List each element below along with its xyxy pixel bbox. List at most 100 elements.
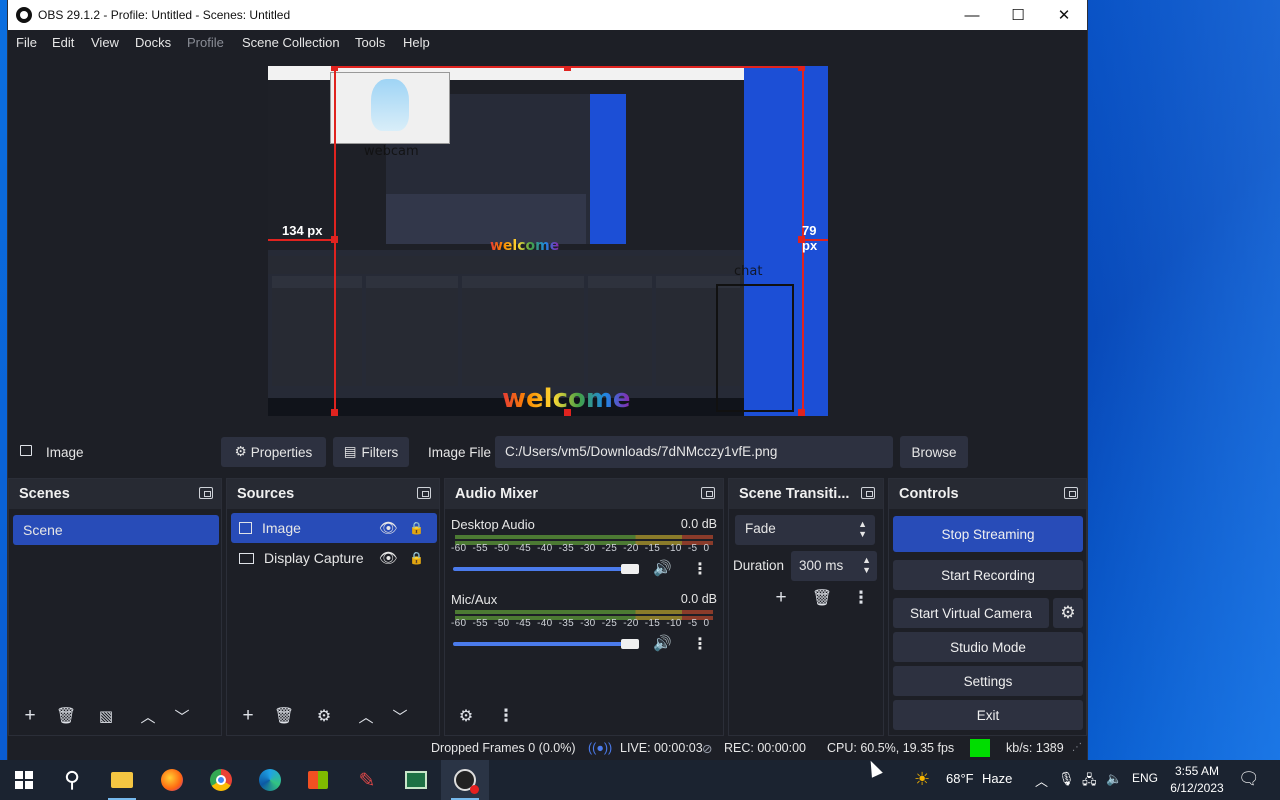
start-virtual-camera-button[interactable]: Start Virtual Camera [893, 598, 1049, 628]
undock-icon[interactable] [701, 487, 715, 499]
resize-handle-tl[interactable] [331, 66, 338, 71]
undock-icon[interactable] [1064, 487, 1078, 499]
resize-handle-bl[interactable] [331, 409, 338, 416]
file-explorer-icon[interactable] [98, 760, 146, 800]
more-options-icon[interactable]: ⋮ [692, 559, 708, 579]
menu-help[interactable]: Help [403, 35, 430, 50]
resize-handle-b[interactable] [564, 409, 571, 416]
resize-handle-tr[interactable] [798, 66, 805, 71]
duration-field[interactable]: 300 ms ▲ ▼ [791, 551, 877, 581]
filters-button[interactable]: ▤ Filters [333, 437, 409, 467]
undock-icon[interactable] [417, 487, 431, 499]
clock-time[interactable]: 3:55 AM [1170, 764, 1224, 778]
channel-name: Desktop Audio [451, 517, 535, 532]
stop-streaming-button[interactable]: Stop Streaming [893, 516, 1083, 552]
speaker-icon[interactable]: 🔊 [653, 559, 672, 577]
source-properties-icon[interactable]: ⚙ [309, 703, 339, 729]
weather-icon[interactable]: ☀ [914, 769, 930, 790]
remove-source-icon[interactable]: 🗑 [269, 703, 299, 729]
resize-grip-icon[interactable]: ⋰ [1072, 742, 1082, 753]
virtual-camera-settings-icon[interactable]: ⚙ [1053, 598, 1083, 628]
duration-value: 300 ms [799, 558, 844, 573]
volume-slider-handle[interactable] [620, 564, 639, 574]
menu-tools[interactable]: Tools [355, 35, 385, 50]
edge-icon[interactable] [246, 760, 294, 800]
lock-icon[interactable]: 🔒 [409, 521, 424, 535]
eye-icon[interactable]: 👁 [379, 519, 398, 537]
lock-icon[interactable]: 🔒 [409, 551, 424, 565]
menu-edit[interactable]: Edit [52, 35, 74, 50]
scene-item[interactable]: Scene [13, 515, 219, 545]
volume-icon[interactable]: 🔈 [1106, 771, 1122, 787]
source-item-display-capture[interactable]: Display Capture 👁 🔒 [231, 543, 437, 573]
start-windows-icon[interactable] [0, 760, 48, 800]
menu-scene-collection[interactable]: Scene Collection [242, 35, 340, 50]
duration-label: Duration [733, 558, 785, 573]
volume-slider-track[interactable] [453, 567, 630, 571]
dropped-frames-text: Dropped Frames 0 (0.0%) [431, 741, 576, 755]
undock-icon[interactable] [199, 487, 213, 499]
preview-area[interactable]: webcam welcome welcome chat 134 px 79 px [8, 56, 1087, 428]
transition-menu-icon[interactable]: ⋮ [846, 585, 876, 611]
chrome-icon[interactable] [197, 760, 245, 800]
audio-meter [455, 535, 713, 539]
eye-icon[interactable]: 👁 [379, 549, 398, 567]
image-file-path-field[interactable]: C:/Users/vm5/Downloads/7dNMcczy1vfE.png [495, 436, 893, 468]
volume-slider-handle[interactable] [620, 639, 639, 649]
start-recording-button[interactable]: Start Recording [893, 560, 1083, 590]
transition-select[interactable]: Fade ▲ ▼ [735, 515, 875, 545]
controls-dock: Controls Stop Streaming Start Recording … [888, 478, 1087, 736]
weather-temp[interactable]: 68°F [946, 771, 974, 786]
notifications-icon[interactable]: 🗨 [1238, 769, 1260, 789]
mixer-settings-icon[interactable]: ⚙ [451, 703, 481, 729]
source-item-image[interactable]: Image 👁 🔒 [231, 513, 437, 543]
transitions-dock-header: Scene Transiti... [729, 479, 883, 509]
more-options-icon[interactable]: ⋮ [692, 634, 708, 654]
show-hidden-icons-icon[interactable]: ︿ [1035, 771, 1048, 790]
scene-filters-icon[interactable]: ▧ [91, 703, 121, 729]
settings-button[interactable]: Settings [893, 666, 1083, 696]
weather-desc[interactable]: Haze [982, 771, 1012, 786]
language-indicator[interactable]: ENG [1132, 771, 1158, 785]
add-source-icon[interactable]: + [233, 703, 263, 729]
browse-button[interactable]: Browse [900, 436, 968, 468]
menu-view[interactable]: View [91, 35, 119, 50]
minimize-button[interactable]: — [949, 0, 995, 30]
resize-handle-t[interactable] [564, 66, 571, 71]
speaker-icon[interactable]: 🔊 [653, 634, 672, 652]
add-transition-icon[interactable]: + [766, 585, 796, 611]
network-icon[interactable]: 🖧 [1082, 771, 1097, 793]
search-icon[interactable]: ⚲ [48, 760, 96, 800]
preview-canvas[interactable]: webcam welcome welcome chat 134 px 79 px [268, 66, 828, 416]
paint-tool-icon[interactable]: ✎ [343, 760, 391, 800]
firefox-icon[interactable] [148, 760, 196, 800]
studio-mode-button[interactable]: Studio Mode [893, 632, 1083, 662]
menu-file[interactable]: File [16, 35, 37, 50]
obs-taskbar-icon[interactable] [441, 760, 489, 800]
properties-button[interactable]: ⚙ Properties [221, 437, 326, 467]
volume-slider-track[interactable] [453, 642, 630, 646]
scenes-dock-header: Scenes [9, 479, 221, 509]
move-up-icon[interactable]: ︿ [351, 703, 381, 729]
remove-scene-icon[interactable]: 🗑 [51, 703, 81, 729]
close-button[interactable]: ✕ [1041, 0, 1087, 30]
source-selection-box[interactable] [334, 66, 804, 416]
microphone-icon[interactable]: 🎙 [1058, 771, 1075, 787]
exit-button[interactable]: Exit [893, 700, 1083, 730]
undock-icon[interactable] [861, 487, 875, 499]
resize-handle-br[interactable] [798, 409, 805, 416]
move-up-icon[interactable]: ︿ [133, 703, 163, 729]
menu-profile[interactable]: Profile [187, 35, 224, 50]
move-down-icon[interactable]: ﹀ [385, 703, 415, 729]
remove-transition-icon[interactable]: 🗑 [807, 585, 837, 611]
maximize-button[interactable]: ☐ [995, 0, 1041, 30]
store-icon[interactable] [294, 760, 342, 800]
add-scene-icon[interactable]: + [15, 703, 45, 729]
menu-docks[interactable]: Docks [135, 35, 171, 50]
mixer-menu-icon[interactable]: ⋮ [491, 703, 521, 729]
move-down-icon[interactable]: ﹀ [167, 703, 197, 729]
audio-mixer-dock-header: Audio Mixer [445, 479, 723, 509]
clock-date[interactable]: 6/12/2023 [1166, 781, 1228, 795]
streaming-icon: ((●)) [588, 741, 613, 755]
terminal-app-icon[interactable] [392, 760, 440, 800]
